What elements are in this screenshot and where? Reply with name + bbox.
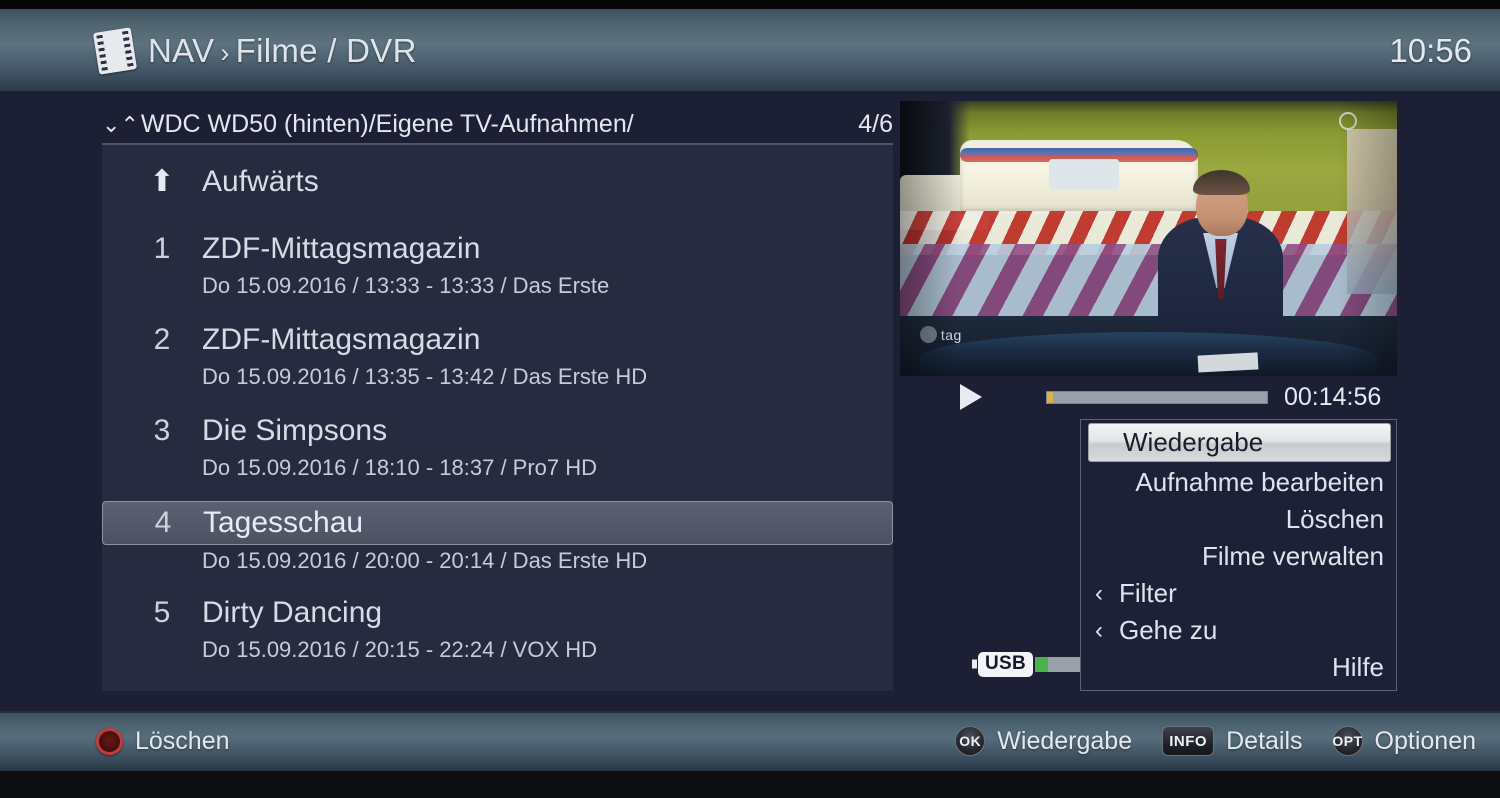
recording-title: ZDF-Mittagsmagazin (202, 323, 481, 356)
footer-action-delete[interactable]: Löschen (96, 727, 230, 756)
content-area: ⌄ ⌃ WDC WD50 (hinten)/Eigene TV-Aufnahmen… (0, 93, 1500, 711)
usb-badge: USB (978, 651, 1034, 677)
recording-meta: Do 15.09.2016 / 13:35 - 13:42 / Das Erst… (202, 364, 648, 389)
breadcrumb-separator-icon: › (220, 38, 230, 68)
chevron-up-icon[interactable]: ⌃ (120, 113, 138, 136)
menu-item-wiedergabe[interactable]: Wiedergabe (1088, 423, 1391, 462)
recording-title: Dirty Dancing (202, 596, 383, 629)
table-row-selected[interactable]: 4 Tagesschau Do 15.09.2016 / 20:00 - 20:… (102, 492, 893, 583)
breadcrumb-root[interactable]: NAV (148, 32, 214, 69)
storage-used-segment (1035, 656, 1049, 672)
menu-item-loeschen[interactable]: Löschen (1081, 501, 1396, 538)
letterbox-top (0, 0, 1500, 9)
recording-meta: Do 15.09.2016 / 13:33 - 13:33 / Das Erst… (202, 273, 610, 298)
table-row[interactable]: 3 Die Simpsons Do 15.09.2016 / 18:10 - 1… (102, 401, 893, 492)
progress-position-marker (1047, 391, 1053, 403)
menu-item-label: Filme verwalten (1201, 541, 1384, 571)
menu-item-label: Hilfe (1331, 652, 1384, 682)
menu-item-aufnahme-bearbeiten[interactable]: Aufnahme bearbeiten (1081, 464, 1396, 501)
recording-meta: Do 15.09.2016 / 20:00 - 20:14 / Das Erst… (202, 548, 648, 573)
chevron-left-icon: ‹ (1095, 579, 1103, 607)
menu-item-label: Löschen (1285, 504, 1384, 534)
recording-title: Die Simpsons (202, 414, 388, 447)
menu-item-hilfe[interactable]: Hilfe (1081, 649, 1396, 686)
recording-meta: Do 15.09.2016 / 18:10 - 18:37 / Pro7 HD (202, 455, 598, 480)
video-preview[interactable]: tag (900, 101, 1397, 376)
row-number: 4 (154, 506, 172, 539)
menu-item-label: Wiedergabe (1123, 427, 1264, 457)
menu-item-label: Gehe zu (1119, 615, 1218, 645)
film-strip-icon (92, 27, 138, 75)
tv-receiver-screen: NAV › Filme / DVR 10:56 ⌄ ⌃ WDC WD50 (hinte… (0, 0, 1500, 798)
ok-button-icon[interactable]: OK (955, 726, 986, 756)
arrow-up-icon: ⬆ (149, 165, 175, 198)
options-context-menu[interactable]: Wiedergabe Aufnahme bearbeiten Löschen F… (1080, 419, 1397, 691)
play-icon[interactable] (960, 384, 982, 410)
chevron-left-icon: ‹ (1095, 616, 1103, 644)
row-number: 3 (153, 414, 171, 447)
header-clock: 10:56 (1389, 32, 1472, 69)
table-row[interactable]: 2 ZDF-Mittagsmagazin Do 15.09.2016 / 13:… (102, 310, 893, 401)
opt-button-icon[interactable]: OPT (1332, 726, 1363, 756)
current-path: WDC WD50 (hinten)/Eigene TV-Aufnahmen/ (140, 110, 634, 138)
footer-bar: Löschen OK Wiedergabe INFO Details OPT O… (0, 711, 1500, 771)
table-row[interactable]: 1 ZDF-Mittagsmagazin Do 15.09.2016 / 13:… (102, 219, 893, 310)
menu-item-label: Aufnahme bearbeiten (1135, 467, 1384, 497)
recordings-list[interactable]: ⬆ Aufwärts 1 ZDF-Mittagsmagazin Do 15.09… (102, 143, 893, 691)
row-number: 5 (153, 596, 171, 629)
menu-item-filter[interactable]: ‹ Filter (1081, 575, 1396, 612)
row-number: 1 (153, 232, 171, 265)
up-directory-label: Aufwärts (202, 165, 319, 198)
footer-action-label: Wiedergabe (997, 726, 1133, 755)
table-row[interactable]: 5 Dirty Dancing Do 15.09.2016 / 20:15 - … (102, 583, 893, 674)
breadcrumb: NAV › Filme / DVR (148, 32, 417, 70)
progress-slider[interactable] (1046, 390, 1268, 404)
footer-action-label: Löschen (135, 726, 230, 755)
sort-chevrons[interactable]: ⌄ ⌃ (102, 113, 139, 136)
menu-item-filme-verwalten[interactable]: Filme verwalten (1081, 538, 1396, 575)
info-button-icon[interactable]: INFO (1162, 726, 1215, 756)
playback-duration: 00:14:56 (1284, 382, 1382, 411)
footer-action-details[interactable]: INFO Details (1162, 726, 1303, 756)
path-bar[interactable]: ⌄ ⌃ WDC WD50 (hinten)/Eigene TV-Aufnahmen… (102, 108, 893, 141)
menu-item-gehe-zu[interactable]: ‹ Gehe zu (1081, 612, 1396, 649)
footer-action-options[interactable]: OPT Optionen (1332, 726, 1476, 756)
footer-action-label: Details (1226, 726, 1303, 755)
letterbox-bottom (0, 771, 1500, 798)
item-counter: 4/6 (858, 110, 893, 138)
chevron-down-icon[interactable]: ⌄ (102, 113, 120, 136)
row-number: 2 (153, 323, 171, 356)
breadcrumb-current: Filme / DVR (235, 32, 417, 69)
red-button-icon[interactable] (96, 727, 123, 755)
header-bar: NAV › Filme / DVR 10:56 (0, 9, 1500, 93)
footer-action-label: Optionen (1374, 726, 1476, 755)
recording-title: ZDF-Mittagsmagazin (202, 232, 481, 265)
list-item-up-directory[interactable]: ⬆ Aufwärts (102, 145, 893, 219)
menu-item-label: Filter (1119, 578, 1177, 608)
recording-title: Tagesschau (203, 506, 364, 539)
playback-bar[interactable]: 00:14:56 (900, 381, 1397, 413)
recording-meta: Do 15.09.2016 / 20:15 - 22:24 / VOX HD (202, 637, 598, 662)
footer-action-play[interactable]: OK Wiedergabe (955, 726, 1132, 756)
